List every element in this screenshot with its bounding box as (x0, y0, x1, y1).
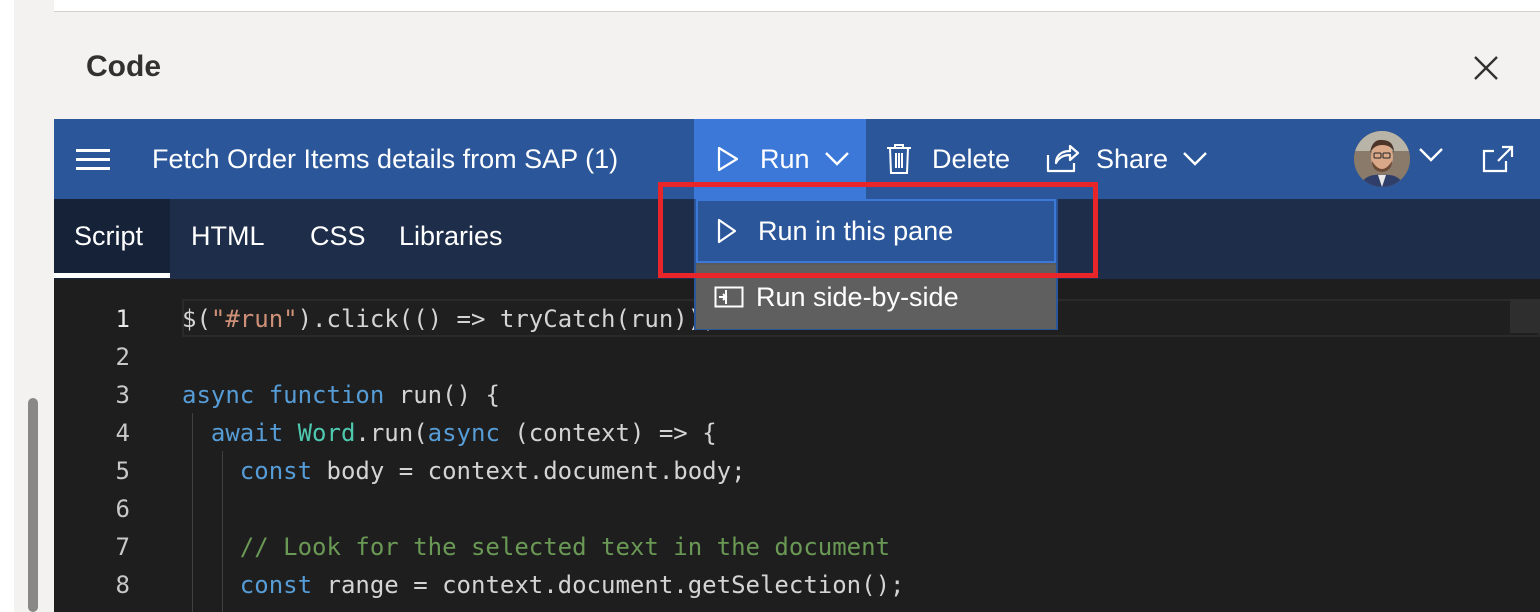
account-chevron-icon[interactable] (1418, 147, 1444, 163)
close-pane-button[interactable] (1468, 50, 1504, 86)
tab-libraries[interactable]: Libraries (399, 221, 503, 252)
menu-button[interactable] (76, 145, 112, 173)
avatar[interactable] (1354, 131, 1410, 187)
code-line: await Word.run(async (context) => { (210, 419, 717, 447)
editor-scrollbar[interactable] (1510, 299, 1540, 333)
popout-icon[interactable] (1480, 143, 1516, 175)
run-side-by-side-label: Run side-by-side (756, 281, 959, 312)
code-line: async function run() { (182, 381, 500, 409)
code-line: const body = context.document.body; (239, 457, 746, 485)
share-icon (1046, 144, 1080, 173)
run-label: Run (760, 144, 810, 174)
line-number: 5 (115, 457, 130, 485)
tab-css[interactable]: CSS (310, 221, 366, 252)
share-button[interactable]: Share (1046, 119, 1216, 199)
play-icon (717, 146, 739, 172)
document-scrollbar[interactable] (28, 398, 38, 612)
line-number: 8 (115, 571, 130, 599)
run-in-this-pane-label: Run in this pane (758, 215, 954, 246)
user-photo-icon (1354, 131, 1410, 187)
line-number: 2 (115, 343, 130, 371)
snippet-title: Fetch Order Items details from SAP (1) (152, 144, 619, 174)
document-left-strip (0, 0, 54, 612)
active-tab-indicator (54, 273, 170, 278)
window-top-border (0, 0, 1540, 12)
code-line: const range = context.document.getSelect… (239, 571, 905, 599)
delete-label: Delete (932, 144, 1011, 174)
chevron-down-icon (825, 152, 849, 166)
tab-html[interactable]: HTML (191, 221, 265, 252)
line-number: 3 (115, 381, 130, 409)
code-line: // Look for the selected text in the doc… (239, 533, 891, 561)
line-number: 4 (115, 419, 130, 447)
code-line: $("#run").click(() => tryCatch(run)); (182, 305, 717, 333)
delete-button[interactable]: Delete (884, 119, 1020, 199)
snippet-toolbar: Fetch Order Items details from SAP (1) R… (54, 119, 1540, 199)
run-button[interactable]: Run (694, 119, 866, 199)
line-number: 6 (115, 495, 130, 523)
pane-title: Code (86, 50, 161, 83)
run-menu: Run in this pane Run side-by-side (694, 199, 1058, 330)
chevron-down-icon (1183, 152, 1207, 166)
play-icon (717, 218, 737, 244)
line-number: 7 (115, 533, 130, 561)
menu-icon (76, 149, 110, 152)
share-label: Share (1096, 144, 1169, 174)
side-by-side-icon (714, 286, 744, 308)
close-icon (1474, 56, 1498, 80)
run-side-by-side-item[interactable]: Run side-by-side (696, 265, 1056, 329)
run-in-this-pane-item[interactable]: Run in this pane (696, 199, 1056, 263)
trash-icon (887, 144, 911, 174)
line-number: 1 (115, 305, 130, 333)
tab-script[interactable]: Script (74, 221, 143, 252)
